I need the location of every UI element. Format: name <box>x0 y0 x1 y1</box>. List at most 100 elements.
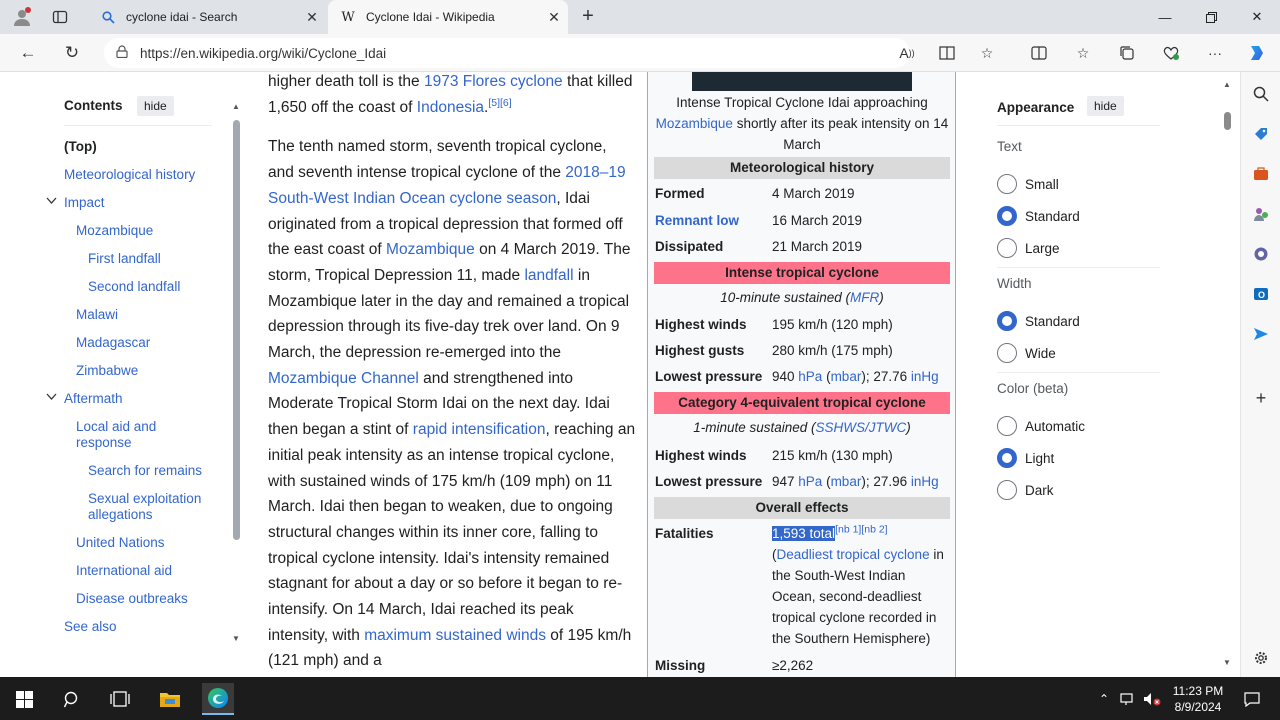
chevron-down-icon[interactable] <box>46 195 57 211</box>
settings-gear-icon[interactable] <box>1249 646 1273 670</box>
copilot-app-icon[interactable] <box>1249 242 1273 266</box>
refresh-button[interactable]: ↻ <box>59 41 85 65</box>
radio-button[interactable] <box>997 174 1017 194</box>
copilot-icon[interactable] <box>1246 42 1268 64</box>
toc-item-aftermath[interactable]: Aftermath <box>46 391 123 407</box>
toc-hide-button[interactable]: hide <box>137 96 174 116</box>
task-view-icon[interactable] <box>104 683 136 715</box>
address-field[interactable]: https://en.wikipedia.org/wiki/Cyclone_Id… <box>104 38 910 68</box>
page-scrollbar[interactable]: ▲ ▼ <box>1219 72 1236 677</box>
search-icon[interactable] <box>1249 82 1273 106</box>
toc-scrollbar[interactable]: ▲ ▼ <box>231 102 243 643</box>
scroll-up-arrow-icon[interactable]: ▲ <box>1223 80 1231 89</box>
outlook-icon[interactable]: O <box>1249 282 1273 306</box>
radio-button[interactable] <box>997 480 1017 500</box>
toc-item-impact[interactable]: Impact <box>46 195 105 211</box>
radio-color-automatic[interactable]: Automatic <box>997 416 1085 436</box>
radio-button[interactable] <box>997 238 1017 258</box>
edge-icon[interactable] <box>202 683 234 715</box>
minimize-button[interactable]: — <box>1142 0 1188 34</box>
radio-width-wide[interactable]: Wide <box>997 343 1056 363</box>
reference-link[interactable]: [nb 1][nb 2] <box>835 524 888 536</box>
profile-icon[interactable] <box>10 5 34 29</box>
scroll-down-arrow-icon[interactable]: ▼ <box>232 634 240 643</box>
windows-start-icon[interactable] <box>8 683 40 715</box>
link-mozambique[interactable]: Mozambique <box>386 241 475 258</box>
clock[interactable]: 11:23 PM 8/9/2024 <box>1166 683 1230 715</box>
toc-item-malawi[interactable]: Malawi <box>76 307 118 323</box>
toc-item-zimbabwe[interactable]: Zimbabwe <box>76 363 138 379</box>
tools-briefcase-icon[interactable] <box>1249 162 1273 186</box>
link-maximum-sustained-winds[interactable]: maximum sustained winds <box>364 627 546 644</box>
radio-button[interactable] <box>997 343 1017 363</box>
file-explorer-icon[interactable] <box>154 683 186 715</box>
link-landfall[interactable]: landfall <box>524 267 573 284</box>
link-mbar[interactable]: mbar <box>831 474 862 489</box>
close-tab-icon[interactable]: ✕ <box>540 9 568 26</box>
toc-item-top[interactable]: (Top) <box>64 139 97 155</box>
toc-item-search-for-remains[interactable]: Search for remains <box>88 463 202 479</box>
read-aloud-icon[interactable]: A)) <box>896 42 918 64</box>
toc-item-madagascar[interactable]: Madagascar <box>76 335 150 351</box>
toc-item-see-also[interactable]: See also <box>64 619 117 635</box>
restore-button[interactable] <box>1188 0 1234 34</box>
back-button[interactable]: ← <box>15 41 41 65</box>
scroll-down-arrow-icon[interactable]: ▼ <box>1223 658 1231 667</box>
selected-text[interactable]: 1,593 total <box>772 526 836 541</box>
scrollbar-thumb[interactable] <box>233 120 240 540</box>
toc-item-first-landfall[interactable]: First landfall <box>88 251 161 267</box>
search-icon[interactable] <box>56 683 88 715</box>
link-hpa[interactable]: hPa <box>798 369 822 384</box>
close-tab-icon[interactable]: ✕ <box>298 9 326 26</box>
toc-item-sexual-exploitation[interactable]: Sexual exploitation allegations <box>88 491 218 523</box>
radio-text-large[interactable]: Large <box>997 238 1060 258</box>
toc-item-meteorological-history[interactable]: Meteorological history <box>64 167 195 183</box>
link-rapid-intensification[interactable]: rapid intensification <box>413 421 546 438</box>
close-window-button[interactable]: ✕ <box>1234 0 1280 34</box>
tab-actions-icon[interactable] <box>48 5 72 29</box>
favorite-star-icon[interactable]: ☆ <box>976 42 998 64</box>
tab-search[interactable]: cyclone idai - Search ✕ <box>88 0 326 34</box>
radio-button[interactable] <box>997 206 1017 226</box>
lock-icon[interactable] <box>104 45 140 61</box>
collections-icon[interactable] <box>1116 42 1138 64</box>
tab-wikipedia[interactable]: W Cyclone Idai - Wikipedia ✕ <box>328 0 568 34</box>
link-inhg[interactable]: inHg <box>911 369 939 384</box>
more-options-icon[interactable]: ··· <box>1204 42 1226 64</box>
link-hpa[interactable]: hPa <box>798 474 822 489</box>
toc-item-disease-outbreaks[interactable]: Disease outbreaks <box>76 591 188 607</box>
link-mbar[interactable]: mbar <box>831 369 862 384</box>
radio-button[interactable] <box>997 416 1017 436</box>
radio-color-dark[interactable]: Dark <box>997 480 1054 500</box>
chevron-down-icon[interactable] <box>46 391 57 407</box>
scroll-up-arrow-icon[interactable]: ▲ <box>232 102 240 111</box>
browser-essentials-icon[interactable] <box>1160 42 1182 64</box>
toc-item-second-landfall[interactable]: Second landfall <box>88 279 180 295</box>
new-tab-button[interactable]: + <box>576 4 600 28</box>
satellite-image[interactable] <box>692 72 912 91</box>
link-mfr[interactable]: MFR <box>850 290 879 305</box>
radio-width-standard[interactable]: Standard <box>997 311 1080 331</box>
radio-button[interactable] <box>997 448 1017 468</box>
send-icon[interactable] <box>1249 322 1273 346</box>
link-deadliest-tropical-cyclone[interactable]: Deadliest tropical cyclone <box>777 547 930 562</box>
radio-color-light[interactable]: Light <box>997 448 1054 468</box>
volume-muted-icon[interactable] <box>1136 683 1168 715</box>
toc-item-united-nations[interactable]: United Nations <box>76 535 165 551</box>
link-indonesia[interactable]: Indonesia <box>417 99 484 116</box>
reference-link[interactable]: [5][6] <box>488 97 511 109</box>
toc-item-international-aid[interactable]: International aid <box>76 563 172 579</box>
radio-button[interactable] <box>997 311 1017 331</box>
link-mozambique[interactable]: Mozambique <box>656 116 733 131</box>
link-sshws-jtwc[interactable]: SSHWS/JTWC <box>816 420 907 435</box>
scrollbar-thumb[interactable] <box>1224 112 1231 130</box>
link-mozambique-channel[interactable]: Mozambique Channel <box>268 370 419 387</box>
link-inhg[interactable]: inHg <box>911 474 939 489</box>
radio-text-standard[interactable]: Standard <box>997 206 1080 226</box>
appearance-hide-button[interactable]: hide <box>1087 96 1124 116</box>
toc-item-local-aid[interactable]: Local aid and response <box>76 419 186 451</box>
link-remnant-low[interactable]: Remnant low <box>655 210 739 231</box>
add-icon[interactable]: + <box>1249 386 1273 410</box>
split-screen-icon[interactable] <box>1028 42 1050 64</box>
games-icon[interactable] <box>1249 202 1273 226</box>
